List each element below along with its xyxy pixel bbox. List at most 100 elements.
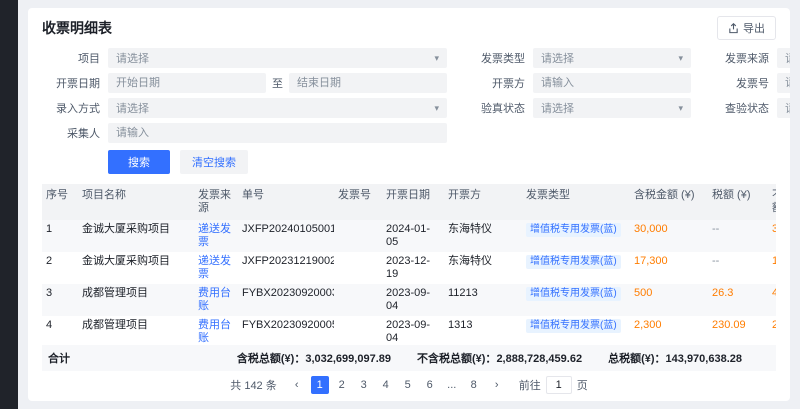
table-header-row: 序号项目名称发票来源单号发票号开票日期开票方发票类型含税金额 (¥)税额 (¥)… — [42, 184, 776, 220]
date-range-separator: 至 — [272, 75, 283, 91]
select-placeholder: 请选择 — [116, 50, 149, 66]
export-button[interactable]: 导出 — [717, 16, 776, 40]
page-header: 收票明细表 导出 — [28, 8, 790, 44]
cell-project: 金诚大厦采购项目 — [78, 220, 194, 252]
table-row: 4成都管理项目费用台账FYBX202309200052023-09-041313… — [42, 316, 776, 345]
select-placeholder: 请选择 — [785, 100, 790, 116]
cell-date: 2023-09-04 — [382, 284, 444, 316]
filter-label-invoice-type: 发票类型 — [467, 50, 525, 66]
column-header-10: 不含税金额 (¥) — [768, 184, 776, 220]
cell-net: 2,069.91 — [768, 316, 776, 345]
filter-field-entry-method: 录入方式 请选择 ▾ — [42, 98, 447, 118]
cell-date: 2023-12-19 — [382, 252, 444, 284]
page-button-6[interactable]: 6 — [421, 376, 439, 394]
column-header-3: 单号 — [238, 184, 334, 220]
filter-label-check-status: 查验状态 — [711, 100, 769, 116]
pagination-goto: 前往 页 — [519, 376, 588, 394]
cell-tax: -- — [708, 252, 768, 284]
cell-amount: 500 — [630, 284, 708, 316]
column-header-4: 发票号 — [334, 184, 382, 220]
chevron-down-icon: ▾ — [434, 54, 439, 63]
invoice-source-select[interactable]: 请选择 ▾ — [777, 48, 790, 68]
filter-panel: 项目 请选择 ▾ 发票类型 请选择 ▾ 发票来源 请选择 — [28, 44, 790, 180]
cell-tax: 230.09 — [708, 316, 768, 345]
page-ellipsis: ... — [443, 376, 461, 394]
invoice-type-badge: 增值税专用发票(蓝) — [526, 255, 621, 269]
filter-field-invoice-date: 开票日期 至 — [42, 73, 447, 93]
column-header-7: 发票类型 — [522, 184, 630, 220]
invoice-no-input[interactable] — [777, 73, 790, 93]
cell-amount: 17,300 — [630, 252, 708, 284]
column-header-6: 开票方 — [444, 184, 522, 220]
goto-prefix: 前往 — [519, 377, 541, 393]
verify-status-select[interactable]: 请选择 ▾ — [533, 98, 691, 118]
collector-input[interactable] — [108, 123, 447, 143]
filter-label-entry-method: 录入方式 — [42, 100, 100, 116]
invoice-type-badge: 增值税专用发票(蓝) — [526, 287, 621, 301]
filter-field-issuer: 开票方 — [467, 73, 691, 93]
cell-source[interactable]: 递送发票 — [194, 252, 238, 284]
goto-page-input[interactable] — [546, 376, 572, 394]
page-button-3[interactable]: 3 — [355, 376, 373, 394]
column-header-9: 税额 (¥) — [708, 184, 768, 220]
invoice-type-select[interactable]: 请选择 ▾ — [533, 48, 691, 68]
cell-net: 17,300 — [768, 252, 776, 284]
cell-date: 2023-09-04 — [382, 316, 444, 345]
start-date-input[interactable] — [108, 73, 266, 93]
cell-amount: 30,000 — [630, 220, 708, 252]
page-button-4[interactable]: 4 — [377, 376, 395, 394]
total-with-tax: 含税总额(¥)：3,032,699,097.89 — [237, 350, 391, 366]
cell-net: 30,000 — [768, 220, 776, 252]
clear-search-button[interactable]: 清空搜索 — [180, 150, 248, 174]
page-button-1[interactable]: 1 — [311, 376, 329, 394]
cell-source[interactable]: 费用台账 — [194, 316, 238, 345]
cell-amount: 2,300 — [630, 316, 708, 345]
end-date-input[interactable] — [289, 73, 447, 93]
cell-issuer: 1313 — [444, 316, 522, 345]
cell-idx: 2 — [42, 252, 78, 284]
table-row: 3成都管理项目费用台账FYBX202309200032023-09-041121… — [42, 284, 776, 316]
filter-label-collector: 采集人 — [42, 125, 100, 141]
filter-field-project: 项目 请选择 ▾ — [42, 48, 447, 68]
goto-suffix: 页 — [577, 377, 588, 393]
select-placeholder: 请选择 — [116, 100, 149, 116]
export-icon — [728, 23, 739, 34]
cell-order_no: FYBX20230920003 — [238, 284, 334, 316]
page-container: 收票明细表 导出 项目 请选择 ▾ 发票类型 — [18, 0, 800, 409]
column-header-5: 开票日期 — [382, 184, 444, 220]
filter-label-issuer: 开票方 — [467, 75, 525, 91]
invoice-table: 序号项目名称发票来源单号发票号开票日期开票方发票类型含税金额 (¥)税额 (¥)… — [42, 184, 776, 345]
collapsed-sidebar[interactable] — [0, 0, 18, 409]
issuer-input[interactable] — [533, 73, 691, 93]
filter-field-invoice-source: 发票来源 请选择 ▾ — [711, 48, 790, 68]
select-placeholder: 请选择 — [785, 50, 790, 66]
cell-source[interactable]: 费用台账 — [194, 284, 238, 316]
filter-field-collector: 采集人 — [42, 123, 447, 143]
page-title: 收票明细表 — [42, 18, 112, 38]
search-button[interactable]: 搜索 — [108, 150, 170, 174]
cell-invoice_no — [334, 316, 382, 345]
cell-order_no: JXFP20231219002 — [238, 252, 334, 284]
cell-invoice_no — [334, 220, 382, 252]
page-button-8[interactable]: 8 — [465, 376, 483, 394]
page-button-5[interactable]: 5 — [399, 376, 417, 394]
cell-net: 473.7 — [768, 284, 776, 316]
cell-issuer: 东海特仪 — [444, 252, 522, 284]
cell-tax: -- — [708, 220, 768, 252]
cell-order_no: FYBX20230920005 — [238, 316, 334, 345]
page-button-2[interactable]: 2 — [333, 376, 351, 394]
summary-items: 含税总额(¥)：3,032,699,097.89 不含税总额(¥)：2,888,… — [237, 350, 770, 366]
column-header-1: 项目名称 — [78, 184, 194, 220]
table-row: 2金诚大厦采购项目递送发票JXFP202312190022023-12-19东海… — [42, 252, 776, 284]
chevron-right-icon[interactable]: › — [488, 376, 506, 394]
select-placeholder: 请选择 — [541, 50, 574, 66]
check-status-select[interactable]: 请选择 ▾ — [777, 98, 790, 118]
cell-date: 2024-01-05 — [382, 220, 444, 252]
cell-idx: 3 — [42, 284, 78, 316]
cell-source[interactable]: 递送发票 — [194, 220, 238, 252]
project-select[interactable]: 请选择 ▾ — [108, 48, 447, 68]
entry-method-select[interactable]: 请选择 ▾ — [108, 98, 447, 118]
total-without-tax: 不含税总额(¥)：2,888,728,459.62 — [417, 350, 582, 366]
chevron-down-icon: ▾ — [678, 104, 683, 113]
chevron-left-icon[interactable]: ‹ — [288, 376, 306, 394]
